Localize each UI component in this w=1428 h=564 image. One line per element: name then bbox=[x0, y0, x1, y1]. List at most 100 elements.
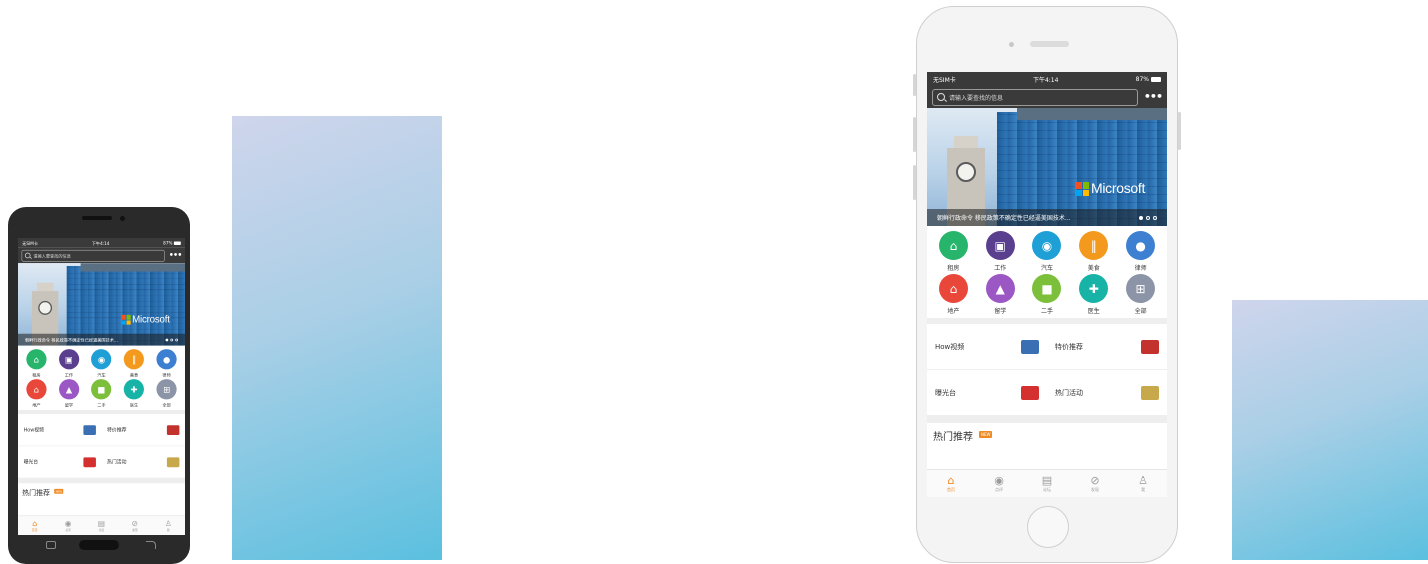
category-item[interactable]: ⌂ 地产 bbox=[930, 274, 977, 315]
promo-item[interactable]: 特价推荐 bbox=[101, 424, 184, 435]
banner-carousel[interactable]: Microsoft 朝鲜行政命令 移民政策不确定性已经逼美国技术... bbox=[18, 263, 185, 346]
recent-apps-icon[interactable] bbox=[46, 541, 56, 549]
clock-icon bbox=[956, 162, 976, 182]
promo-item[interactable]: 曝光台 bbox=[927, 385, 1047, 400]
category-item[interactable]: ● 律师 bbox=[150, 349, 183, 378]
mute-switch[interactable] bbox=[913, 74, 916, 96]
briefcase-icon: ▣ bbox=[985, 231, 1015, 260]
tab-forum[interactable]: ▤ 论坛 bbox=[1023, 470, 1071, 497]
category-item[interactable]: ■ 二手 bbox=[85, 379, 118, 408]
home-key[interactable] bbox=[79, 540, 119, 550]
tab-target[interactable]: ◉ 点评 bbox=[51, 516, 84, 535]
banner-carousel[interactable]: Microsoft 朝鲜行政命令 移民政策不确定性已经逼美国技术... bbox=[927, 108, 1167, 226]
category-grid: ⌂ 租房 ▣ 工作 ◉ 汽车 ‖ 美食 ● 律师 ⌂ 地产 ▲ 留学 ■ 二手 ✚ 医生 ⊞ 全部 bbox=[18, 346, 185, 415]
category-item[interactable]: ◉ 汽车 bbox=[1024, 231, 1071, 272]
category-item[interactable]: ⊞ 全部 bbox=[1117, 274, 1164, 315]
volume-up-button[interactable] bbox=[913, 117, 916, 152]
search-input[interactable]: 请输入要查找的信息 bbox=[932, 88, 1138, 106]
clock-label: 下午4:14 bbox=[1032, 76, 1059, 84]
phone-speaker bbox=[82, 216, 112, 220]
category-label: 全部 bbox=[162, 402, 171, 408]
tab-home[interactable]: ⌂ 首页 bbox=[927, 470, 975, 497]
app-screen: 无SIM卡 下午4:14 87% 请输入要查找的信息 ••• Microsoft… bbox=[18, 238, 185, 535]
category-item[interactable]: ▲ 留学 bbox=[53, 379, 86, 408]
category-item[interactable]: ▲ 留学 bbox=[977, 274, 1024, 315]
android-screen: 无SIM卡 下午4:14 87% 请输入要查找的信息 ••• Microsoft… bbox=[18, 238, 185, 535]
exposure-icon bbox=[83, 457, 96, 467]
promo-item[interactable]: 热门活动 bbox=[101, 457, 184, 467]
category-item[interactable]: ⌂ 租房 bbox=[930, 231, 977, 272]
category-item[interactable]: ● 律师 bbox=[1117, 231, 1164, 272]
status-bar: 无SIM卡 下午4:14 87% bbox=[18, 238, 185, 248]
fork-knife-icon: ‖ bbox=[123, 349, 145, 370]
home-button[interactable] bbox=[1027, 506, 1069, 548]
tab-home[interactable]: ⌂ 首页 bbox=[18, 516, 51, 535]
back-key-icon[interactable] bbox=[146, 541, 156, 549]
category-label: 律师 bbox=[162, 372, 171, 378]
category-label: 地产 bbox=[947, 308, 960, 315]
exposure-icon bbox=[1021, 385, 1039, 400]
category-item[interactable]: ■ 二手 bbox=[1024, 274, 1071, 315]
tab-user[interactable]: ♙ 我 bbox=[152, 516, 185, 535]
promo-label: 特价推荐 bbox=[1055, 342, 1083, 351]
category-item[interactable]: ⌂ 地产 bbox=[20, 379, 53, 408]
category-item[interactable]: ⊞ 全部 bbox=[150, 379, 183, 408]
tab-label: 首页 bbox=[947, 486, 955, 492]
more-icon[interactable]: ••• bbox=[1144, 91, 1163, 102]
microsoft-logo-icon bbox=[1075, 182, 1089, 196]
carousel-dots[interactable] bbox=[165, 338, 179, 342]
tab-forum[interactable]: ▤ 论坛 bbox=[85, 516, 118, 535]
clock-label: 下午4:14 bbox=[91, 241, 110, 247]
gradient-panel-right bbox=[1232, 300, 1428, 560]
category-item[interactable]: ‖ 美食 bbox=[1070, 231, 1117, 272]
category-item[interactable]: ✚ 医生 bbox=[118, 379, 151, 408]
tab-user[interactable]: ♙ 我 bbox=[1119, 470, 1167, 497]
home-icon: ⌂ bbox=[938, 274, 968, 303]
category-item[interactable]: ◉ 汽车 bbox=[85, 349, 118, 378]
banner-caption-text: 朝鲜行政命令 移民政策不确定性已经逼美国技术... bbox=[24, 337, 118, 343]
power-button[interactable] bbox=[1178, 112, 1181, 150]
promo-item[interactable]: How视频 bbox=[927, 339, 1047, 354]
promo-row-1: How视频 特价推荐 bbox=[18, 414, 185, 447]
category-item[interactable]: ⌂ 租房 bbox=[20, 349, 53, 378]
category-item[interactable]: ✚ 医生 bbox=[1070, 274, 1117, 315]
clock-icon bbox=[38, 300, 53, 315]
tab-label: 发现 bbox=[1091, 486, 1099, 492]
search-placeholder: 请输入要查找的信息 bbox=[33, 253, 71, 259]
app-screen: 无SIM卡 下午4:14 87% 请输入要查找的信息 ••• Microsoft… bbox=[927, 72, 1167, 497]
tab-label: 发现 bbox=[132, 527, 138, 532]
more-icon[interactable]: ••• bbox=[169, 251, 182, 259]
home-icon: ⌂ bbox=[32, 518, 38, 528]
category-grid: ⌂ 租房 ▣ 工作 ◉ 汽车 ‖ 美食 ● 律师 ⌂ 地产 ▲ 留学 ■ 二手 ✚ 医生 ⊞ 全部 bbox=[927, 226, 1167, 324]
category-item[interactable]: ‖ 美食 bbox=[118, 349, 151, 378]
medical-cross-icon: ✚ bbox=[123, 379, 145, 400]
carousel-dots[interactable] bbox=[1139, 215, 1157, 220]
android-phone: 无SIM卡 下午4:14 87% 请输入要查找的信息 ••• Microsoft… bbox=[8, 207, 190, 564]
tab-target[interactable]: ◉ 点评 bbox=[975, 470, 1023, 497]
promo-item[interactable]: 特价推荐 bbox=[1047, 339, 1167, 354]
search-input[interactable]: 请输入要查找的信息 bbox=[21, 249, 165, 262]
camera-icon bbox=[120, 216, 125, 221]
hot-section-header: 热门推荐 NEW bbox=[18, 483, 185, 498]
category-item[interactable]: ▣ 工作 bbox=[53, 349, 86, 378]
category-label: 租房 bbox=[32, 372, 41, 378]
promo-item[interactable]: How视频 bbox=[18, 424, 101, 435]
user-icon: ♙ bbox=[164, 518, 172, 528]
category-item[interactable]: ▣ 工作 bbox=[977, 231, 1024, 272]
target-icon: ◉ bbox=[64, 518, 72, 528]
briefcase-icon: ▣ bbox=[58, 349, 80, 370]
tab-compass[interactable]: ⊘ 发现 bbox=[1071, 470, 1119, 497]
tab-label: 我 bbox=[166, 527, 170, 532]
bag-icon: ■ bbox=[1032, 274, 1062, 303]
promo-item[interactable]: 热门活动 bbox=[1047, 385, 1167, 400]
search-bar: 请输入要查找的信息 ••• bbox=[18, 247, 185, 264]
promo-label: 特价推荐 bbox=[107, 427, 127, 433]
showcase-stage: 无SIM卡 下午4:14 87% 请输入要查找的信息 ••• Microsoft… bbox=[0, 0, 1428, 564]
category-label: 租房 bbox=[947, 265, 960, 272]
promo-item[interactable]: 曝光台 bbox=[18, 457, 101, 467]
new-badge: NEW bbox=[979, 431, 993, 438]
person-icon: ● bbox=[156, 349, 177, 370]
tab-compass[interactable]: ⊘ 发现 bbox=[118, 516, 151, 535]
category-label: 美食 bbox=[1087, 265, 1100, 272]
volume-down-button[interactable] bbox=[913, 165, 916, 200]
